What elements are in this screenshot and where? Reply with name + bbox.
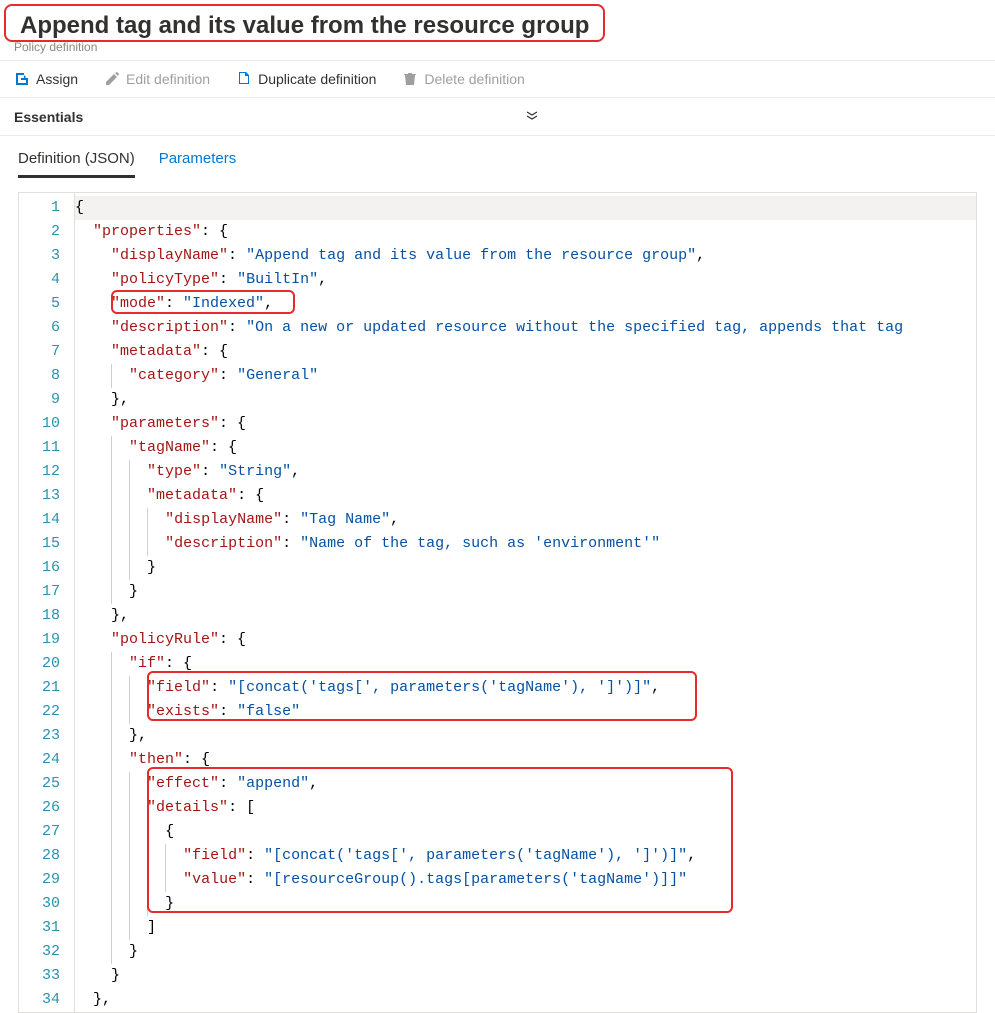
code-line: }: [75, 580, 976, 604]
code-line: },: [75, 724, 976, 748]
code-line: "policyRule": {: [75, 628, 976, 652]
code-line: ]: [75, 916, 976, 940]
page-subtitle: Policy definition: [0, 40, 995, 60]
duplicate-label: Duplicate definition: [258, 71, 376, 87]
line-number-gutter: 1234567891011121314151617181920212223242…: [19, 193, 75, 1012]
code-line: "parameters": {: [75, 412, 976, 436]
code-line: "value": "[resourceGroup().tags[paramete…: [75, 868, 976, 892]
code-content[interactable]: { "properties": { "displayName": "Append…: [75, 193, 976, 1012]
edit-definition-button: Edit definition: [104, 71, 210, 87]
essentials-label: Essentials: [14, 109, 83, 125]
assign-button[interactable]: Assign: [14, 71, 78, 87]
code-line: },: [75, 988, 976, 1012]
assign-icon: [14, 71, 30, 87]
delete-definition-button: Delete definition: [402, 71, 524, 87]
code-line: "effect": "append",: [75, 772, 976, 796]
edit-icon: [104, 71, 120, 87]
code-line: "then": {: [75, 748, 976, 772]
code-line: "description": "Name of the tag, such as…: [75, 532, 976, 556]
code-line: "metadata": {: [75, 340, 976, 364]
delete-icon: [402, 71, 418, 87]
tabs: Definition (JSON) Parameters: [0, 136, 995, 178]
tab-parameters[interactable]: Parameters: [159, 150, 237, 178]
edit-label: Edit definition: [126, 71, 210, 87]
code-line: "mode": "Indexed",: [75, 292, 976, 316]
code-line: }: [75, 940, 976, 964]
code-line: "properties": {: [75, 220, 976, 244]
code-line: "if": {: [75, 652, 976, 676]
code-line: }: [75, 556, 976, 580]
essentials-section[interactable]: Essentials: [0, 98, 995, 136]
code-editor[interactable]: 1234567891011121314151617181920212223242…: [18, 192, 977, 1013]
code-line: "field": "[concat('tags[', parameters('t…: [75, 844, 976, 868]
code-line: }: [75, 892, 976, 916]
assign-label: Assign: [36, 71, 78, 87]
toolbar: Assign Edit definition Duplicate definit…: [0, 60, 995, 98]
code-line: },: [75, 604, 976, 628]
delete-label: Delete definition: [424, 71, 524, 87]
duplicate-definition-button[interactable]: Duplicate definition: [236, 71, 376, 87]
tab-definition-json[interactable]: Definition (JSON): [18, 150, 135, 178]
code-line: "tagName": {: [75, 436, 976, 460]
code-line: "exists": "false": [75, 700, 976, 724]
code-line: "policyType": "BuiltIn",: [75, 268, 976, 292]
code-line: "category": "General": [75, 364, 976, 388]
code-line: {: [75, 820, 976, 844]
duplicate-icon: [236, 71, 252, 87]
code-line: "details": [: [75, 796, 976, 820]
code-line: }: [75, 964, 976, 988]
code-line: "displayName": "Tag Name",: [75, 508, 976, 532]
code-line: {: [75, 196, 976, 220]
code-line: "description": "On a new or updated reso…: [75, 316, 976, 340]
code-line: "metadata": {: [75, 484, 976, 508]
code-line: },: [75, 388, 976, 412]
page-title: Append tag and its value from the resour…: [4, 4, 605, 42]
chevron-down-icon: [525, 108, 539, 125]
code-line: "displayName": "Append tag and its value…: [75, 244, 976, 268]
code-line: "field": "[concat('tags[', parameters('t…: [75, 676, 976, 700]
code-line: "type": "String",: [75, 460, 976, 484]
